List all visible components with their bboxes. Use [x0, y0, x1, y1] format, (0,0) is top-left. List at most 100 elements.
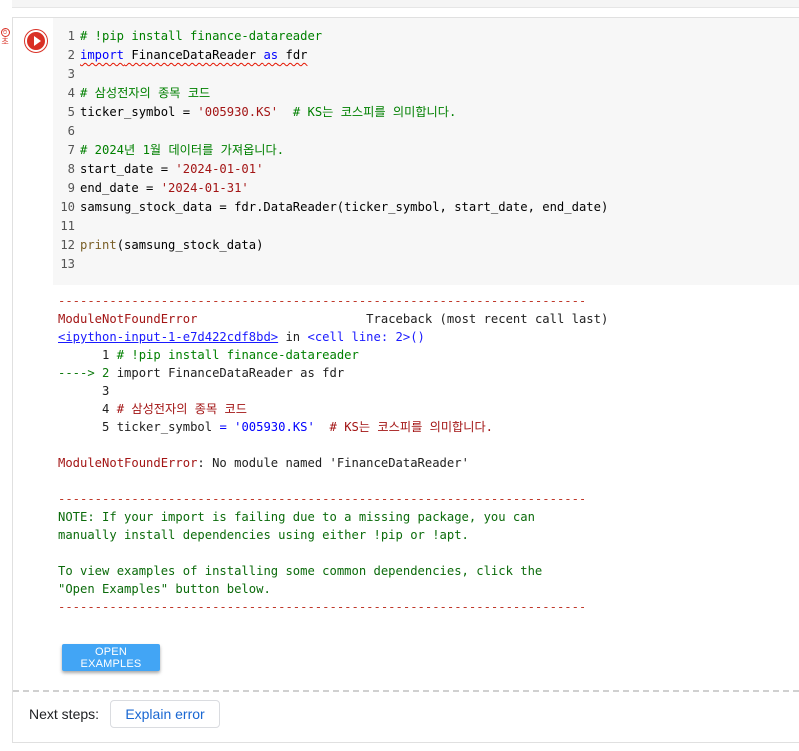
line-number: 13	[60, 257, 75, 271]
output-line: 5 ticker_symbol = '005930.KS' # KS는 코스피를…	[58, 418, 608, 436]
output-token: To view examples of installing some comm…	[58, 564, 543, 578]
output-token: Traceback (most recent call last)	[197, 312, 609, 326]
output-token: : No module named 'FinanceDataReader'	[197, 456, 469, 470]
code-token: '2024-01-31'	[160, 181, 249, 195]
code-token: as	[263, 48, 279, 62]
line-number: 7	[67, 143, 75, 157]
output-line: ----------------------------------------…	[58, 292, 608, 310]
line-number: 8	[67, 162, 75, 176]
execution-badge-label: 초	[1, 37, 9, 46]
code-line[interactable]: 2 import FinanceDataReader as fdr	[53, 46, 608, 65]
output-line: 4 # 삼성전자의 종목 코드	[58, 400, 608, 418]
code-line[interactable]: 3	[53, 65, 608, 84]
output-line: <ipython-input-1-e7d422cdf8bd> in <cell …	[58, 328, 608, 346]
run-cell-button[interactable]	[25, 30, 47, 52]
output-token: manually install dependencies using eith…	[58, 528, 469, 542]
clock-icon: ⏱	[0, 28, 10, 37]
code-token: FinanceDataReader	[124, 48, 264, 62]
cell-output: ----------------------------------------…	[58, 292, 608, 616]
output-line: ----------------------------------------…	[58, 490, 608, 508]
line-number: 12	[60, 238, 75, 252]
execution-badge: ⏱ 초	[0, 28, 10, 46]
previous-cell-edge	[12, 0, 799, 8]
output-line: ----> 2 import FinanceDataReader as fdr	[58, 364, 608, 382]
code-token: import	[80, 48, 125, 62]
output-line: 1 # !pip install finance-datareader	[58, 346, 608, 364]
code-token: # 2024년 1월 데이터를 가져옵니다.	[80, 143, 285, 157]
line-number: 9	[67, 181, 75, 195]
output-token	[315, 420, 330, 434]
line-number: 6	[67, 124, 75, 138]
code-token: ticker_symbol =	[80, 105, 198, 119]
output-token: 3	[58, 384, 110, 398]
open-examples-button[interactable]: OPEN EXAMPLES	[62, 644, 160, 671]
code-line[interactable]: 13	[53, 255, 608, 274]
output-divider	[13, 690, 799, 692]
output-line: ----------------------------------------…	[58, 598, 608, 616]
output-token: ticker_symbol	[116, 420, 220, 434]
code-token: samsung_stock_data = fdr.DataReader(tick…	[80, 200, 609, 214]
code-line[interactable]: 8 start_date = '2024-01-01'	[53, 160, 608, 179]
output-token: 1	[58, 348, 117, 362]
line-number: 11	[60, 219, 75, 233]
output-line: NOTE: If your import is failing due to a…	[58, 508, 608, 526]
output-line: To view examples of installing some comm…	[58, 562, 608, 580]
output-line: ModuleNotFoundError: No module named 'Fi…	[58, 454, 608, 472]
output-token: ModuleNotFoundError	[58, 312, 198, 326]
code-token: fdr	[278, 48, 308, 62]
code-line[interactable]: 11	[53, 217, 608, 236]
line-number: 5	[67, 105, 75, 119]
output-token: import FinanceDataReader as fdr	[116, 366, 345, 380]
line-number: 3	[67, 67, 75, 81]
explain-error-button[interactable]: Explain error	[110, 700, 220, 728]
traceback-link[interactable]: <ipython-input-1-e7d422cdf8bd>	[58, 330, 278, 344]
code-token: '2024-01-01'	[175, 162, 264, 176]
traceback-link[interactable]: <cell line: 2>()	[307, 330, 424, 344]
code-token: # 삼성전자의 종목 코드	[80, 86, 211, 100]
code-line[interactable]: 9 end_date = '2024-01-31'	[53, 179, 608, 198]
output-token: =	[219, 420, 235, 434]
output-token: "Open Examples" button below.	[58, 582, 271, 596]
code-line[interactable]: 10 samsung_stock_data = fdr.DataReader(ti…	[53, 198, 608, 217]
code-line[interactable]: 6	[53, 122, 608, 141]
output-token: # !pip install finance-datareader	[116, 348, 359, 362]
code-line[interactable]: 4 # 삼성전자의 종목 코드	[53, 84, 608, 103]
code-line[interactable]: 7 # 2024년 1월 데이터를 가져옵니다.	[53, 141, 608, 160]
code-token: # KS는 코스피를 의미합니다.	[292, 105, 457, 119]
output-line: "Open Examples" button below.	[58, 580, 608, 598]
output-line: manually install dependencies using eith…	[58, 526, 608, 544]
output-token: ----------------------------------------…	[58, 492, 584, 506]
code-token: # !pip install finance-datareader	[80, 29, 323, 43]
code-token: print	[80, 238, 117, 252]
line-number: 4	[67, 86, 75, 100]
output-token: '005930.KS'	[234, 420, 315, 434]
line-number: 10	[60, 200, 75, 214]
output-token: 5	[58, 420, 117, 434]
code-editor[interactable]: 1 # !pip install finance-datareader 2 impor…	[53, 18, 799, 285]
code-token: start_date =	[80, 162, 176, 176]
output-token: ----------------------------------------…	[58, 600, 584, 614]
code-token: '005930.KS'	[197, 105, 279, 119]
output-line: ModuleNotFoundError Traceback (most rece…	[58, 310, 608, 328]
code-line[interactable]: 12 print(samsung_stock_data)	[53, 236, 608, 255]
code-token: (samsung_stock_data)	[116, 238, 264, 252]
line-number: 1	[67, 29, 75, 43]
output-token: ModuleNotFoundError	[58, 456, 198, 470]
output-token: # KS는 코스피를 의미합니다.	[329, 420, 494, 434]
output-token: NOTE: If your import is failing due to a…	[58, 510, 535, 524]
output-token: ----> 2	[58, 366, 117, 380]
output-token: ----------------------------------------…	[58, 294, 584, 308]
code-token: end_date =	[80, 181, 161, 195]
code-line[interactable]: 1 # !pip install finance-datareader	[53, 27, 608, 46]
line-number: 2	[67, 48, 75, 62]
output-token: in	[278, 330, 308, 344]
output-token: 4	[58, 402, 117, 416]
next-steps-label: Next steps:	[29, 706, 100, 722]
output-line: 3	[58, 382, 608, 400]
code-line[interactable]: 5 ticker_symbol = '005930.KS' # KS는 코스피를 …	[53, 103, 608, 122]
code-lines[interactable]: 1 # !pip install finance-datareader 2 impor…	[53, 27, 608, 274]
